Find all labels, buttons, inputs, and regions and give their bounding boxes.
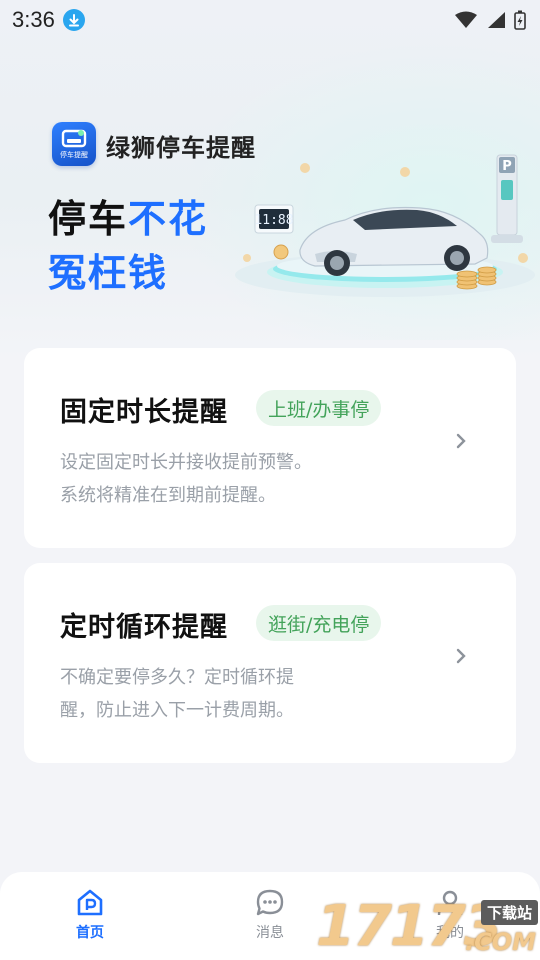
card-tag: 上班/办事停	[256, 390, 382, 426]
card-title: 固定时长提醒	[60, 397, 228, 428]
card-title: 定时循环提醒	[60, 612, 228, 643]
hero-banner: 停车提醒 绿狮停车提醒 停车不花 冤枉钱 11:88 P	[0, 0, 540, 360]
slogan-part1: 停车	[48, 197, 129, 241]
card-desc-line: 系统将精准在到期前提醒。	[60, 485, 276, 506]
watermark-suffix: .COM	[464, 928, 536, 956]
app-logo: 停车提醒	[52, 122, 96, 166]
tab-messages-label: 消息	[256, 925, 284, 941]
download-icon	[62, 9, 85, 31]
status-time: 3:36	[12, 7, 55, 32]
watermark: 17173 下载站 .COM	[316, 894, 540, 960]
signal-icon	[488, 12, 505, 28]
fixed-duration-reminder-card[interactable]: 固定时长提醒 上班/办事停 设定固定时长并接收提前预警。 系统将精准在到期前提醒…	[24, 348, 516, 548]
slogan-part2: 不花	[128, 197, 209, 241]
loop-reminder-card[interactable]: 定时循环提醒 逛街/充电停 不确定要停多久？定时循环提 醒，防止进入下一计费周期…	[24, 563, 516, 763]
tab-home-label: 首页	[76, 925, 104, 941]
tab-messages[interactable]: 消息	[225, 888, 315, 942]
card-description: 设定固定时长并接收提前预警。 系统将精准在到期前提醒。	[60, 446, 370, 512]
message-icon	[256, 889, 284, 916]
car-icon	[61, 129, 87, 147]
slogan: 停车不花 冤枉钱	[48, 192, 208, 300]
battery-charging-icon	[514, 10, 526, 30]
tab-home[interactable]: 首页	[45, 888, 135, 942]
card-desc-line: 醒，防止进入下一计费周期。	[60, 700, 294, 721]
watermark-sub: 下载站	[480, 900, 538, 925]
card-description: 不确定要停多久？定时循环提 醒，防止进入下一计费周期。	[60, 661, 370, 727]
logo-caption: 停车提醒	[60, 150, 88, 159]
clock-display: 11:88	[254, 213, 293, 228]
card-desc-line: 设定固定时长并接收提前预警。	[60, 452, 312, 473]
status-bar: 3:36	[0, 0, 540, 40]
chevron-right-icon	[456, 433, 466, 449]
chevron-right-icon	[456, 648, 466, 664]
card-desc-line: 不确定要停多久？定时循环提	[60, 667, 294, 688]
wifi-icon	[455, 11, 477, 28]
slogan-line2: 冤枉钱	[48, 251, 169, 295]
parking-sign: P	[502, 159, 512, 174]
car-illustration: 11:88 P	[235, 154, 535, 297]
card-tag: 逛街/充电停	[256, 605, 382, 641]
parking-home-icon	[77, 889, 103, 916]
